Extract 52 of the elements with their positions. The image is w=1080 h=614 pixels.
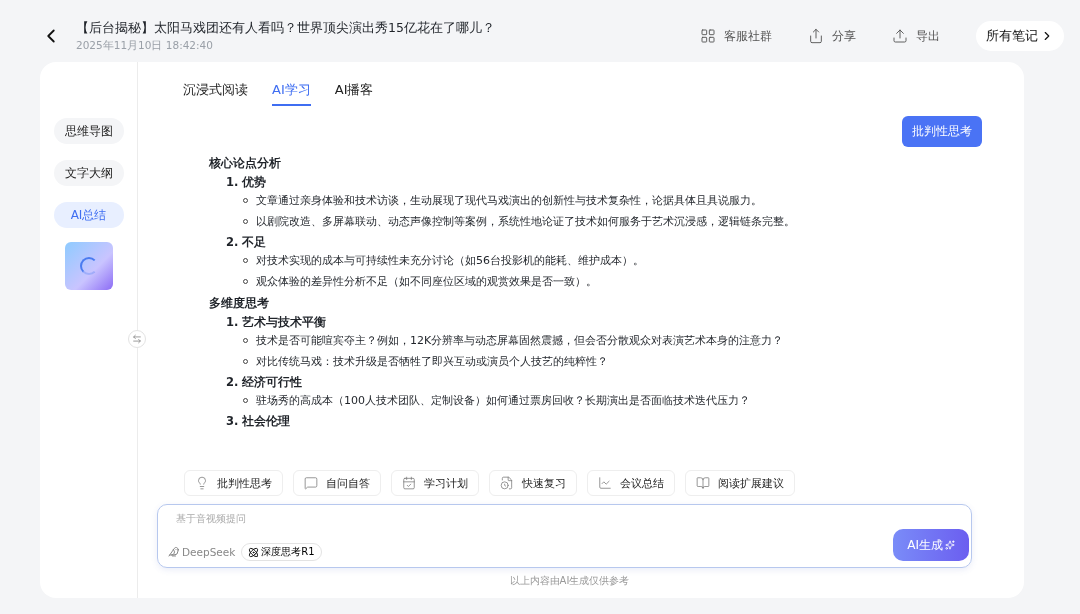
list-item-title: 1. 艺术与技术平衡 [226,314,328,331]
sidebar-item[interactable]: 思维导图 [53,118,124,144]
quick-action-button[interactable]: 自问自答 [293,470,381,496]
deep-think-toggle[interactable]: 深度思考R1 [241,543,322,561]
header-action[interactable]: 客服社群 [700,27,772,45]
generate-button[interactable]: AI生成 [893,529,969,561]
section-heading: 多维度思考 [209,295,270,312]
bullet-text: 驻场秀的高成本（100人技术团队、定制设备）如何通过票房回收？长期演出是否面临技术迭代压力？ [256,393,750,409]
bullet-text: 对技术实现的成本与可持续性未充分讨论（如56台投影机的能耗、维护成本）。 [256,253,644,269]
all-notes-button[interactable]: 所有笔记 [976,21,1064,51]
upload-icon[interactable] [892,28,908,44]
sparkle-icon[interactable] [945,540,955,550]
quick-action-button[interactable]: 会议总结 [587,470,675,496]
line-chart-icon[interactable] [598,476,612,490]
quick-action-button[interactable]: 快速复习 [489,470,577,496]
document-clock-icon[interactable] [500,476,514,490]
tab[interactable]: 沉浸式阅读 [183,80,248,106]
lightbulb-icon[interactable] [195,476,209,490]
chat-icon[interactable] [304,476,318,490]
atom-icon[interactable] [248,546,260,558]
bullet-text: 技术是否可能喧宾夺主？例如，12K分辨率与动态屏幕固然震撼，但会否分散观众对表演艺术本身的注意力？ [256,333,784,349]
header-action[interactable]: 分享 [808,27,856,45]
bullet-text: 文章通过亲身体验和技术访谈，生动展现了现代马戏演出的创新性与技术复杂性，论据具体且具说服力。 [256,193,762,209]
sidebar-item[interactable]: AI总结 [53,202,124,228]
quick-action-button[interactable]: 学习计划 [391,470,479,496]
list-item-title: 2. 经济可行性 [226,374,304,391]
swap-arrows-icon[interactable] [132,334,142,344]
list-item-title: 3. 社会伦理 [226,413,292,430]
question-input[interactable]: 基于音视频提问 DeepSeek 深度思考R1 AI生成 [157,504,972,568]
list-item-title: 1. 优势 [226,174,268,191]
calendar-check-icon[interactable] [402,476,416,490]
note-date: 2025年11月10日 18:42:40 [76,38,214,53]
bullet-text: 对比传统马戏：技术升级是否牺牲了即兴互动或演员个人技艺的纯粹性？ [256,354,608,370]
user-message: 批判性思考 [902,116,982,147]
quick-action-button[interactable]: 批判性思考 [184,470,283,496]
bird-icon [168,546,180,558]
list-item-title: 2. 不足 [226,234,268,251]
book-icon[interactable] [696,476,710,490]
tab[interactable]: AI学习 [272,80,311,106]
note-title: 【后台揭秘】太阳马戏团还有人看吗？世界顶尖演出秀15亿花在了哪儿？ [76,19,496,37]
bullet-text: 以剧院改造、多屏幕联动、动态声像控制等案例，系统性地论证了技术如何服务于艺术沉浸感，逻辑链条完整。 [256,214,795,230]
sidebar-item[interactable]: 文字大纲 [53,160,124,186]
model-label: DeepSeek [168,546,236,558]
header-action[interactable]: 导出 [892,27,940,45]
disclaimer: 以上内容由AI生成仅供参考 [509,574,630,588]
bullet-text: 观众体验的差异性分析不足（如不同座位区域的观赏效果是否一致）。 [256,274,597,290]
grid-icon[interactable] [700,28,716,44]
share-icon[interactable] [808,28,824,44]
section-heading: 核心论点分析 [209,155,282,172]
swap-icon[interactable] [128,330,146,348]
tab[interactable]: AI播客 [334,80,374,106]
quick-action-button[interactable]: 阅读扩展建议 [685,470,795,496]
